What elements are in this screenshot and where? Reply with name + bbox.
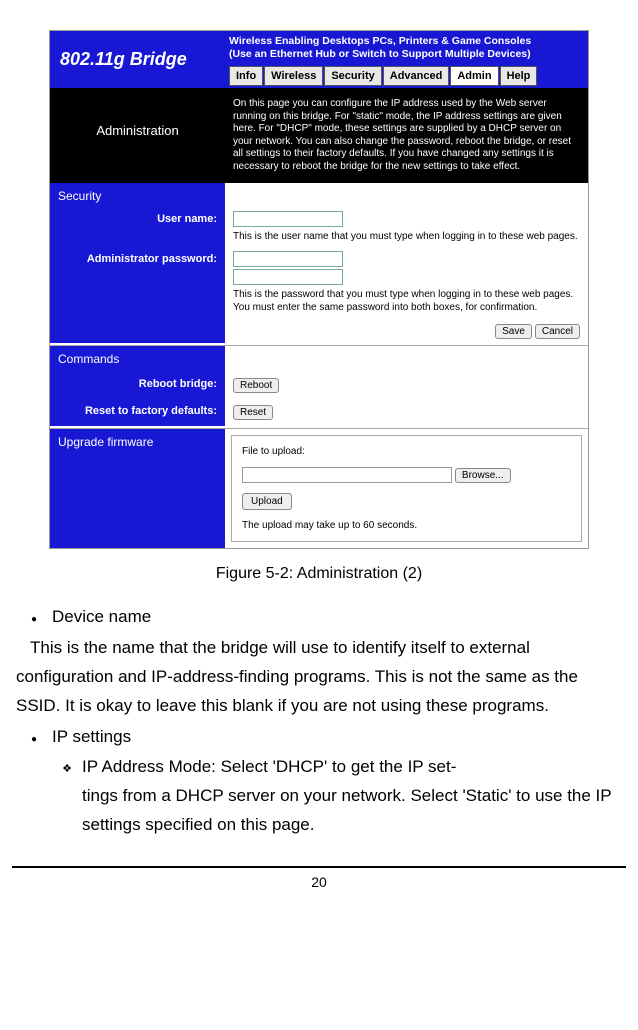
- document-body: ● Device name This is the name that the …: [0, 603, 638, 840]
- subtitle-line2: (Use an Ethernet Hub or Switch to Suppor…: [229, 48, 584, 61]
- nav-tabs: Info Wireless Security Advanced Admin He…: [229, 66, 584, 86]
- password-row: Administrator password: This is the pass…: [50, 249, 588, 320]
- diamond-bullet-icon: ❖: [52, 760, 82, 779]
- security-heading: Security: [50, 183, 225, 209]
- reboot-label: Reboot bridge:: [139, 378, 217, 390]
- tab-security[interactable]: Security: [324, 66, 381, 86]
- password-label: Administrator password:: [87, 253, 217, 265]
- admin-intro: On this page you can configure the IP ad…: [225, 88, 588, 183]
- username-label: User name:: [157, 213, 217, 225]
- bullet-ip-settings: ● IP settings: [16, 723, 622, 752]
- upgrade-row: Upgrade firmware File to upload: Browse.…: [50, 429, 588, 548]
- admin-section: Administration On this page you can conf…: [50, 88, 588, 183]
- bullet-device-name: ● Device name: [16, 603, 622, 632]
- bullet-dot-icon: ●: [16, 731, 52, 748]
- reboot-row: Reboot bridge: Reboot: [50, 372, 588, 399]
- para-device-name: This is the name that the bridge will us…: [16, 634, 622, 721]
- bullet-dot-icon: ●: [16, 611, 52, 628]
- cancel-button[interactable]: Cancel: [535, 324, 580, 339]
- figure-caption: Figure 5-2: Administration (2): [0, 565, 638, 583]
- product-title: 802.11g Bridge: [50, 31, 225, 88]
- upload-box: File to upload: Browse... Upload The upl…: [231, 435, 582, 542]
- tab-admin[interactable]: Admin: [450, 66, 498, 86]
- reset-row: Reset to factory defaults: Reset: [50, 399, 588, 426]
- upload-note: The upload may take up to 60 seconds.: [242, 520, 571, 531]
- browse-button[interactable]: Browse...: [455, 468, 511, 483]
- admin-heading: Administration: [50, 88, 225, 183]
- username-row: User name: This is the user name that yo…: [50, 209, 588, 249]
- file-upload-label: File to upload:: [242, 446, 571, 457]
- security-header-row: Security: [50, 183, 588, 209]
- tab-wireless[interactable]: Wireless: [264, 66, 323, 86]
- upload-button[interactable]: Upload: [242, 493, 292, 510]
- page-number: 20: [0, 874, 638, 900]
- header: 802.11g Bridge Wireless Enabling Desktop…: [50, 31, 588, 88]
- sub-bullet-ip-mode: ❖ IP Address Mode: Select 'DHCP' to get …: [16, 753, 622, 782]
- password-input-2[interactable]: [233, 269, 343, 285]
- admin-screenshot: 802.11g Bridge Wireless Enabling Desktop…: [49, 30, 589, 549]
- username-help: This is the user name that you must type…: [233, 230, 580, 243]
- commands-header-row: Commands: [50, 346, 588, 372]
- password-help: This is the password that you must type …: [233, 288, 580, 314]
- footer-divider: [12, 866, 626, 868]
- password-input-1[interactable]: [233, 251, 343, 267]
- tab-info[interactable]: Info: [229, 66, 263, 86]
- reset-button[interactable]: Reset: [233, 405, 273, 420]
- para-ip-mode: tings from a DHCP server on your network…: [16, 782, 622, 840]
- upgrade-heading: Upgrade firmware: [50, 429, 225, 548]
- commands-heading: Commands: [50, 346, 225, 372]
- tab-advanced[interactable]: Advanced: [383, 66, 450, 86]
- subtitle-line1: Wireless Enabling Desktops PCs, Printers…: [229, 35, 584, 48]
- save-cancel-row: Save Cancel: [50, 320, 588, 343]
- reboot-button[interactable]: Reboot: [233, 378, 279, 393]
- save-button[interactable]: Save: [495, 324, 532, 339]
- file-path-input[interactable]: [242, 467, 452, 483]
- reset-label: Reset to factory defaults:: [85, 405, 217, 417]
- tab-help[interactable]: Help: [500, 66, 538, 86]
- username-input[interactable]: [233, 211, 343, 227]
